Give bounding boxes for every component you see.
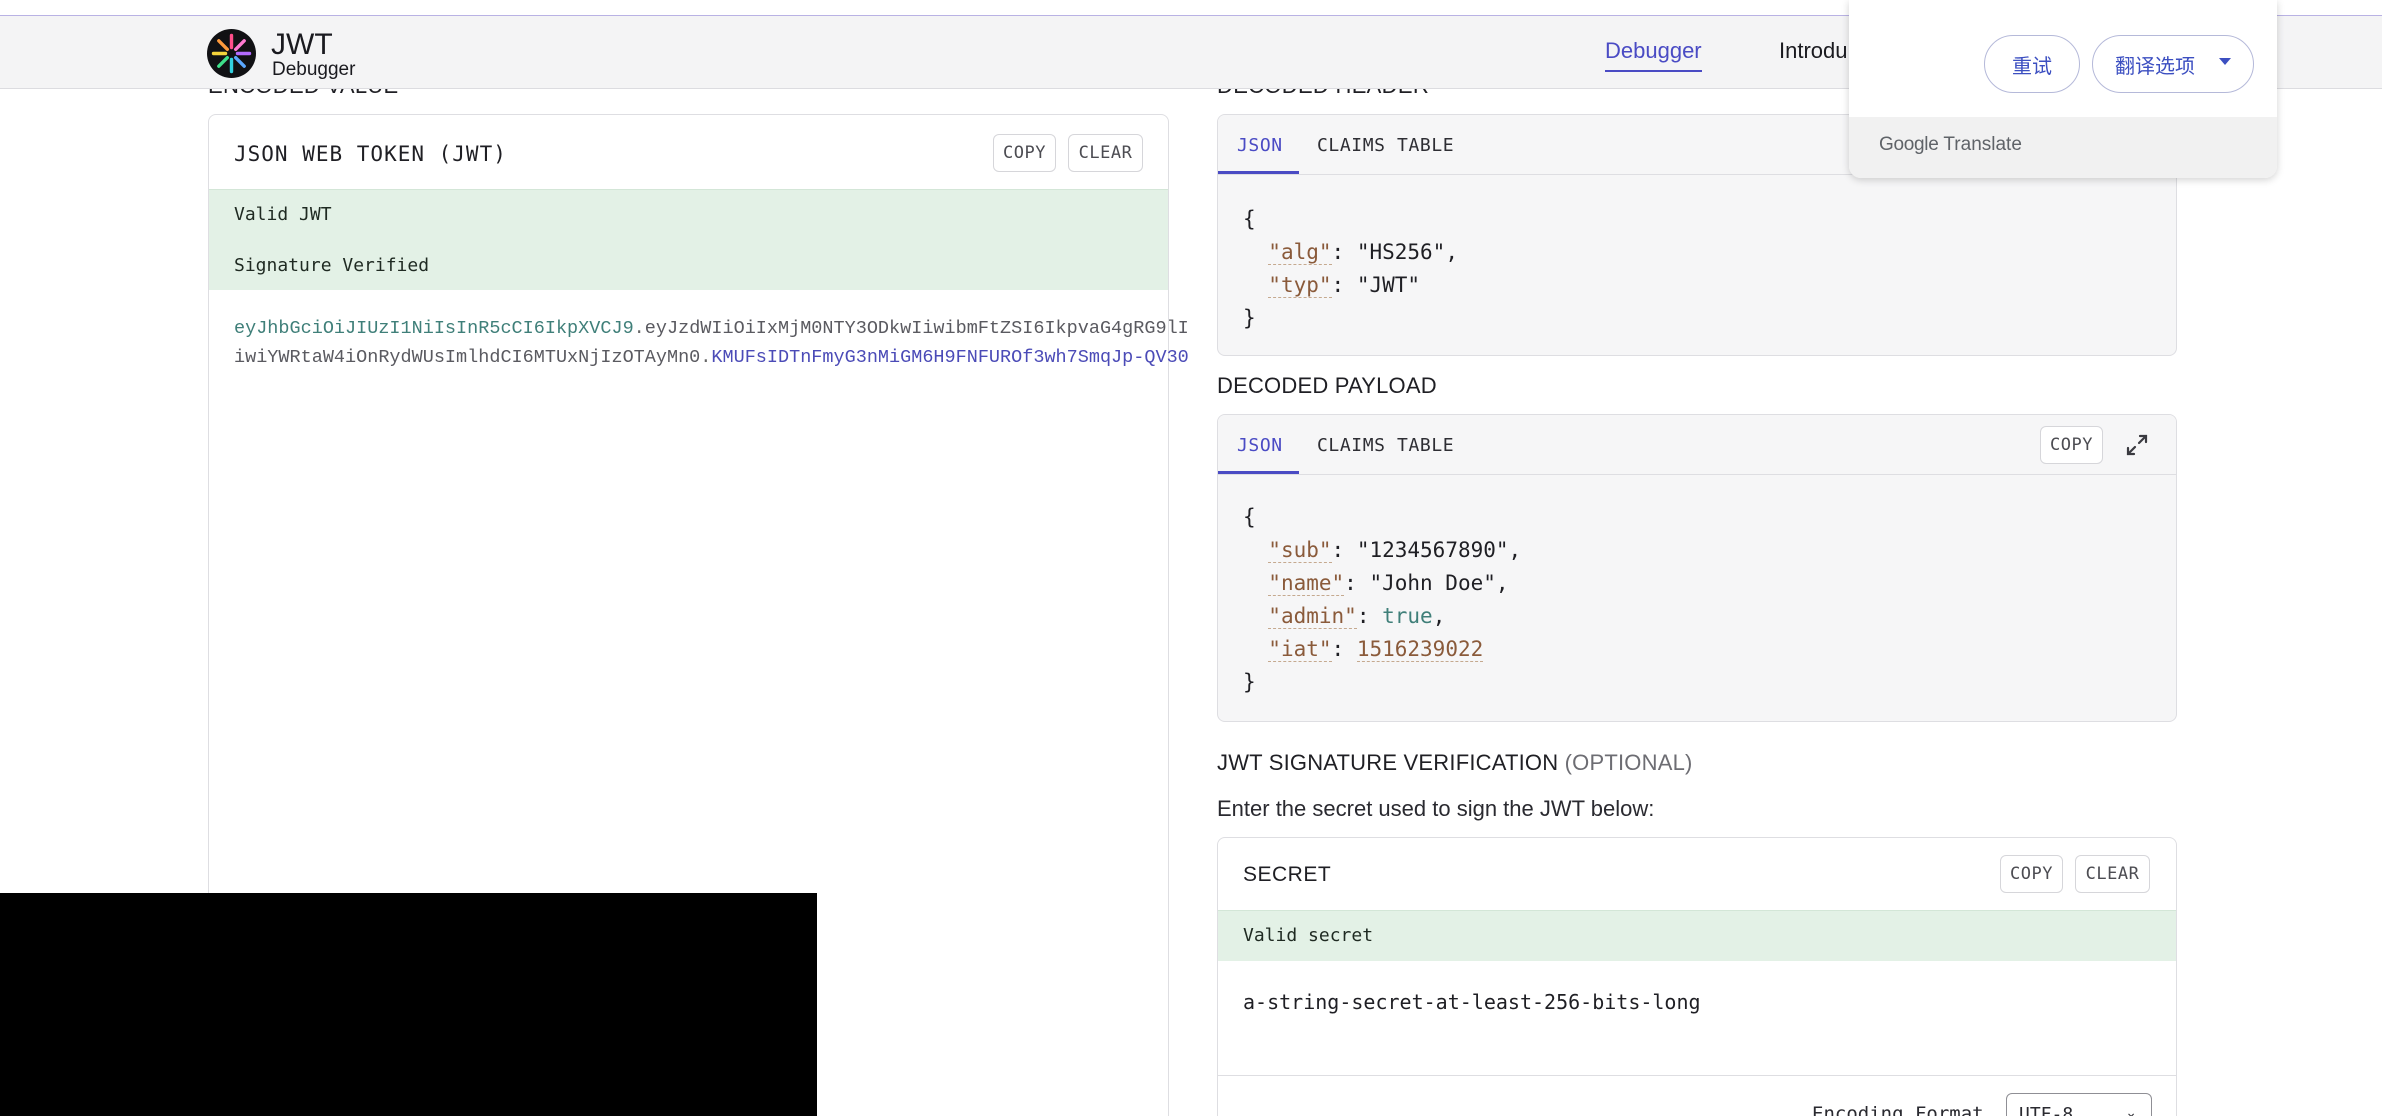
decoded-payload-title: DECODED PAYLOAD [1217,373,1437,398]
tab-header-claims-table[interactable]: CLAIMS TABLE [1317,135,1454,156]
secret-card: SECRET COPY CLEAR Valid secret a-string-… [1217,837,2177,1116]
tab-payload-claims-table[interactable]: CLAIMS TABLE [1317,435,1454,456]
nav-debugger-link[interactable]: Debugger [1605,38,1702,72]
secret-instruction: Enter the secret used to sign the JWT be… [1217,796,1655,821]
json-brace-close: } [1243,670,1256,694]
json-value-sub: "1234567890" [1356,538,1509,562]
token-header-part: eyJhbGciOiJIUzI1NiIsInR5cCI6IkpXVCJ9 [234,318,634,339]
json-value-iat: 1516239022 [1356,637,1484,662]
valid-secret-status: Valid secret [1243,925,1374,946]
json-value-alg: "HS256" [1356,240,1446,264]
json-key-alg: "alg" [1268,240,1332,265]
token-payload-part-continued: iwiYWRtaW4iOnRydWUsImlhdCI6MTUxNjIzOTAyM… [234,347,701,368]
payload-copy-button[interactable]: COPY [2040,426,2103,464]
json-key-iat: "iat" [1268,637,1332,662]
translate-options-label: 翻译选项 [2115,55,2195,78]
json-key-sub: "sub" [1268,538,1332,563]
json-key-name: "name" [1268,571,1345,596]
jwt-logo-graphic [211,33,252,74]
secret-copy-button[interactable]: COPY [2000,855,2063,893]
tab-active-indicator [1218,171,1299,174]
jwt-copy-button[interactable]: COPY [993,134,1056,172]
expand-icon-graphic [2126,434,2148,456]
google-translate-brand: Google Translate [1879,134,2022,156]
decoded-header-json[interactable]: { "alg": "HS256", "typ": "JWT" } [1243,203,1458,335]
json-brace-open: { [1243,505,1256,529]
token-line-1[interactable]: eyJhbGciOiJIUzI1NiIsInR5cCI6IkpXVCJ9.eyJ… [234,318,1189,339]
translate-retry-button[interactable]: 重试 [1984,35,2080,93]
signature-verified-status: Signature Verified [234,255,430,276]
decoded-payload-tabs: JSON CLAIMS TABLE COPY [1218,415,2176,475]
jwt-clear-button[interactable]: CLEAR [1068,134,1143,172]
signature-verification-title: JWT SIGNATURE VERIFICATION (OPTIONAL) [1217,750,1693,776]
secret-card-title: SECRET [1243,863,1332,886]
dropdown-caret-icon [2219,58,2231,65]
secret-divider [1218,1075,2176,1076]
translate-wordmark: Translate [1943,134,2022,155]
json-value-typ: "JWT" [1356,273,1421,297]
logo-subtitle: Debugger [272,59,356,80]
secret-input[interactable]: a-string-secret-at-least-256-bits-long [1243,990,1701,1014]
json-value-name: "John Doe" [1369,571,1496,595]
encoding-format-value: UTF-8 [2019,1104,2074,1116]
json-key-typ: "typ" [1268,273,1332,298]
json-value-admin: true [1382,604,1433,628]
secret-clear-button[interactable]: CLEAR [2075,855,2150,893]
google-wordmark: Google [1879,134,1939,155]
jwt-valid-status: Valid JWT [234,204,332,225]
token-line-2[interactable]: iwiYWRtaW4iOnRydWUsImlhdCI6MTUxNjIzOTAyM… [234,347,1189,368]
verification-title-text: JWT SIGNATURE VERIFICATION [1217,750,1559,775]
encoding-format-select[interactable]: UTF-8 ⌄ [2006,1093,2152,1116]
black-overlay [0,893,817,1116]
chevron-down-icon: ⌄ [2125,1104,2137,1116]
token-payload-part: eyJzdWIiOiIxMjM0NTY3ODkwIiwibmFtZSI6Ikpv… [644,318,1189,339]
decoded-payload-json[interactable]: { "sub": "1234567890", "name": "John Doe… [1243,501,1521,699]
token-dot: . [633,318,645,339]
token-signature-part: KMUFsIDTnFmyG3nMiGM6H9FNFUROf3wh7SmqJp-Q… [711,347,1189,368]
logo-title: JWT [271,28,333,61]
jwt-logo-icon[interactable] [207,29,256,78]
tab-active-indicator [1218,471,1299,474]
translate-options-button[interactable]: 翻译选项 [2092,35,2254,93]
google-translate-popup: 重试 翻译选项 Google Translate [1849,0,2277,178]
nav-introduction-link[interactable]: Introdu [1779,38,1848,64]
json-key-admin: "admin" [1268,604,1357,629]
tab-payload-json[interactable]: JSON [1237,435,1283,456]
optional-label: (OPTIONAL) [1564,750,1693,775]
encoding-format-label: Encoding Format [1812,1103,1984,1116]
expand-icon[interactable] [2124,432,2150,458]
decoded-payload-panel: JSON CLAIMS TABLE COPY { "sub": "1234567… [1217,414,2177,722]
jwt-card-title: JSON WEB TOKEN (JWT) [234,142,507,166]
tab-header-json[interactable]: JSON [1237,135,1283,156]
json-brace-open: { [1243,207,1256,231]
token-dot: . [700,347,712,368]
json-brace-close: } [1243,306,1256,330]
